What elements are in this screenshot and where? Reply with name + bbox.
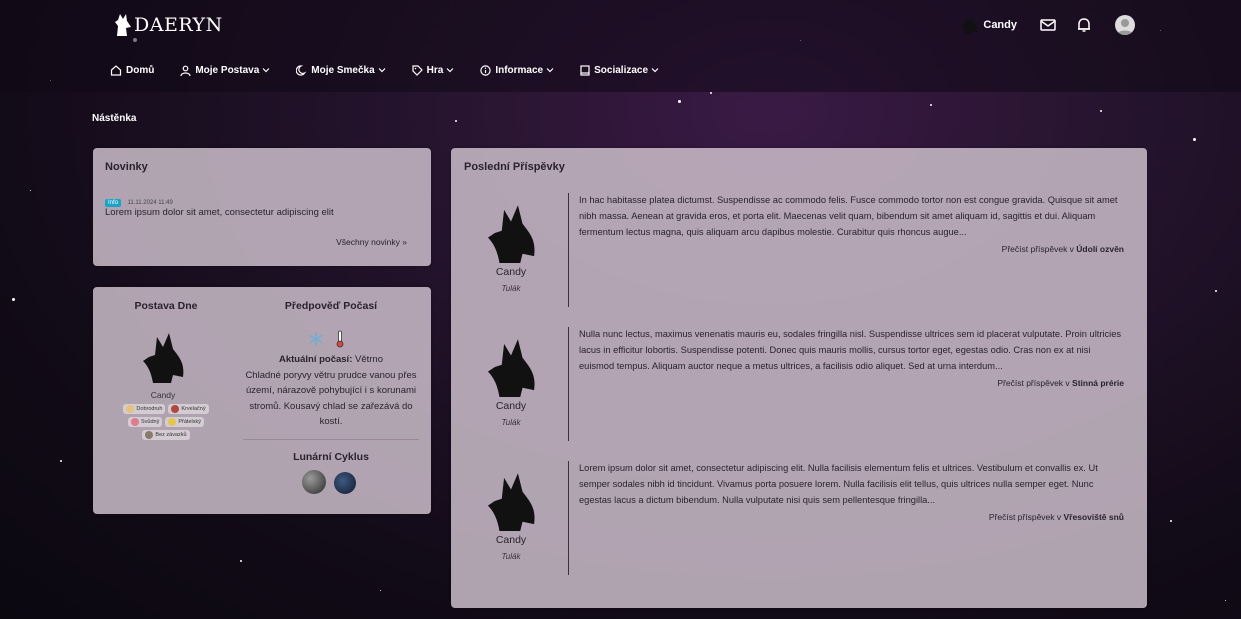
wolf-logo-icon xyxy=(115,14,131,36)
weather-title: Předpověď Počasí xyxy=(284,300,378,312)
nav-item-moje-postava[interactable]: Moje Postava xyxy=(180,65,270,76)
trait-badge: Dobrodruh xyxy=(123,404,166,414)
post-divider xyxy=(568,193,569,307)
trait-list: Dobrodruh Krvelačný Svůdný Přátelský Bez… xyxy=(111,404,221,440)
nav-item-informace[interactable]: Informace xyxy=(480,65,554,76)
news-card: Novinky Info 11.11.2024 11:49 Lorem ipsu… xyxy=(93,148,431,266)
nav-label: Moje Postava xyxy=(195,64,260,76)
user-area: Candy xyxy=(961,14,1135,36)
user-silhouette-icon xyxy=(1117,19,1133,35)
snowflake-icon xyxy=(309,332,323,346)
post-item: Candy Tulák Nulla nunc lectus, maximus v… xyxy=(451,327,1147,445)
chevron-down-icon xyxy=(651,68,659,73)
weather-description: Chladné poryvy větru prudce vanou přes ú… xyxy=(245,369,417,428)
nav-item-moje-smecka[interactable]: Moje Smečka xyxy=(296,64,386,76)
home-icon xyxy=(110,65,122,76)
nav-item-domu[interactable]: Domů xyxy=(110,64,154,76)
post-author-role: Tulák xyxy=(501,284,521,293)
read-post-link[interactable]: Přečíst příspěvek v Údolí ozvěn xyxy=(1002,244,1124,254)
book-icon xyxy=(580,64,590,76)
daily-card: Postava Dne Candy Dobrodruh Krvelačný Sv… xyxy=(93,287,431,514)
trait-badge: Přátelský xyxy=(165,417,204,427)
wolf-portrait-icon xyxy=(487,205,535,263)
post-author-name: Candy xyxy=(495,266,527,278)
read-post-link[interactable]: Přečíst příspěvek v Stinná prérie xyxy=(997,378,1124,388)
brand-logo[interactable]: DAERYN xyxy=(114,14,223,36)
news-text: Lorem ipsum dolor sit amet, consectetur … xyxy=(105,207,334,218)
latest-posts-card: Poslední Příspěvky Candy Tulák In hac ha… xyxy=(451,148,1147,608)
wolf-portrait-icon xyxy=(143,333,184,383)
post-author-name: Candy xyxy=(495,534,527,546)
thermometer-icon xyxy=(336,330,344,348)
main-nav: Domů Moje Postava Moje Smečka Hra Inform… xyxy=(110,64,685,76)
weather-current-label: Aktuální počasí: xyxy=(278,354,353,365)
nav-label: Informace xyxy=(495,64,544,76)
moon-icon xyxy=(296,64,307,76)
nav-label: Moje Smečka xyxy=(311,64,375,76)
nav-label: Socializace xyxy=(594,64,649,76)
post-divider xyxy=(568,461,569,575)
breadcrumb: Nástěnka xyxy=(92,113,137,124)
lunar-title: Lunární Cyklus xyxy=(293,451,369,463)
post-divider xyxy=(568,327,569,441)
nav-label: Hra xyxy=(426,64,444,76)
chevron-down-icon xyxy=(378,68,386,73)
posts-title: Poslední Příspěvky xyxy=(464,161,565,173)
trait-badge: Svůdný xyxy=(128,417,163,427)
character-of-day-title: Postava Dne xyxy=(134,300,198,312)
weather-text: Aktuální počasí: Větrno Chladné poryvy v… xyxy=(245,352,417,430)
post-item: Candy Tulák Lorem ipsum dolor sit amet, … xyxy=(451,461,1147,579)
nav-item-socializace[interactable]: Socializace xyxy=(580,65,659,76)
current-user[interactable]: Candy xyxy=(961,16,1017,34)
info-icon xyxy=(480,64,492,76)
info-badge: Info xyxy=(105,198,122,207)
top-header: DAERYN Candy Domů Moje Postava Moje Smeč… xyxy=(0,0,1241,92)
post-text: Lorem ipsum dolor sit amet, consectetur … xyxy=(579,463,1098,505)
post-text: Nulla nunc lectus, maximus venenatis mau… xyxy=(579,329,1122,371)
news-title: Novinky xyxy=(105,161,148,173)
divider xyxy=(243,439,419,440)
all-news-link[interactable]: Všechny novinky » xyxy=(336,237,407,247)
post-author-role: Tulák xyxy=(501,418,521,427)
wolf-portrait-icon xyxy=(487,473,535,531)
read-post-link[interactable]: Přečíst příspěvek v Vřesoviště snů xyxy=(989,512,1124,522)
wolf-portrait-icon xyxy=(487,339,535,397)
trait-badge: Bez závazků xyxy=(142,430,190,440)
wolf-avatar-icon xyxy=(962,16,978,34)
post-item: Candy Tulák In hac habitasse platea dict… xyxy=(451,193,1147,311)
chevron-down-icon xyxy=(262,68,270,73)
nav-item-hra[interactable]: Hra xyxy=(412,65,455,76)
user-icon xyxy=(180,65,191,76)
chevron-down-icon xyxy=(446,68,454,73)
post-text: In hac habitasse platea dictumst. Suspen… xyxy=(579,195,1118,237)
post-author-name: Candy xyxy=(495,400,527,412)
bell-icon[interactable] xyxy=(1073,14,1095,36)
brand-name: DAERYN xyxy=(134,14,223,36)
post-author-role: Tulák xyxy=(501,552,521,561)
mail-icon[interactable] xyxy=(1037,14,1059,36)
tag-icon xyxy=(412,64,423,76)
moon-phase-icon xyxy=(334,472,356,494)
username-label: Candy xyxy=(983,19,1017,31)
trait-badge: Krvelačný xyxy=(168,404,209,414)
profile-avatar[interactable] xyxy=(1115,15,1135,35)
news-date: 11.11.2024 11:49 xyxy=(127,199,173,206)
weather-current-value: Větrno xyxy=(352,354,383,365)
character-name[interactable]: Candy xyxy=(111,390,215,400)
chevron-down-icon xyxy=(546,68,554,73)
moon-phase-icon xyxy=(302,470,326,494)
nav-label: Domů xyxy=(126,64,155,76)
